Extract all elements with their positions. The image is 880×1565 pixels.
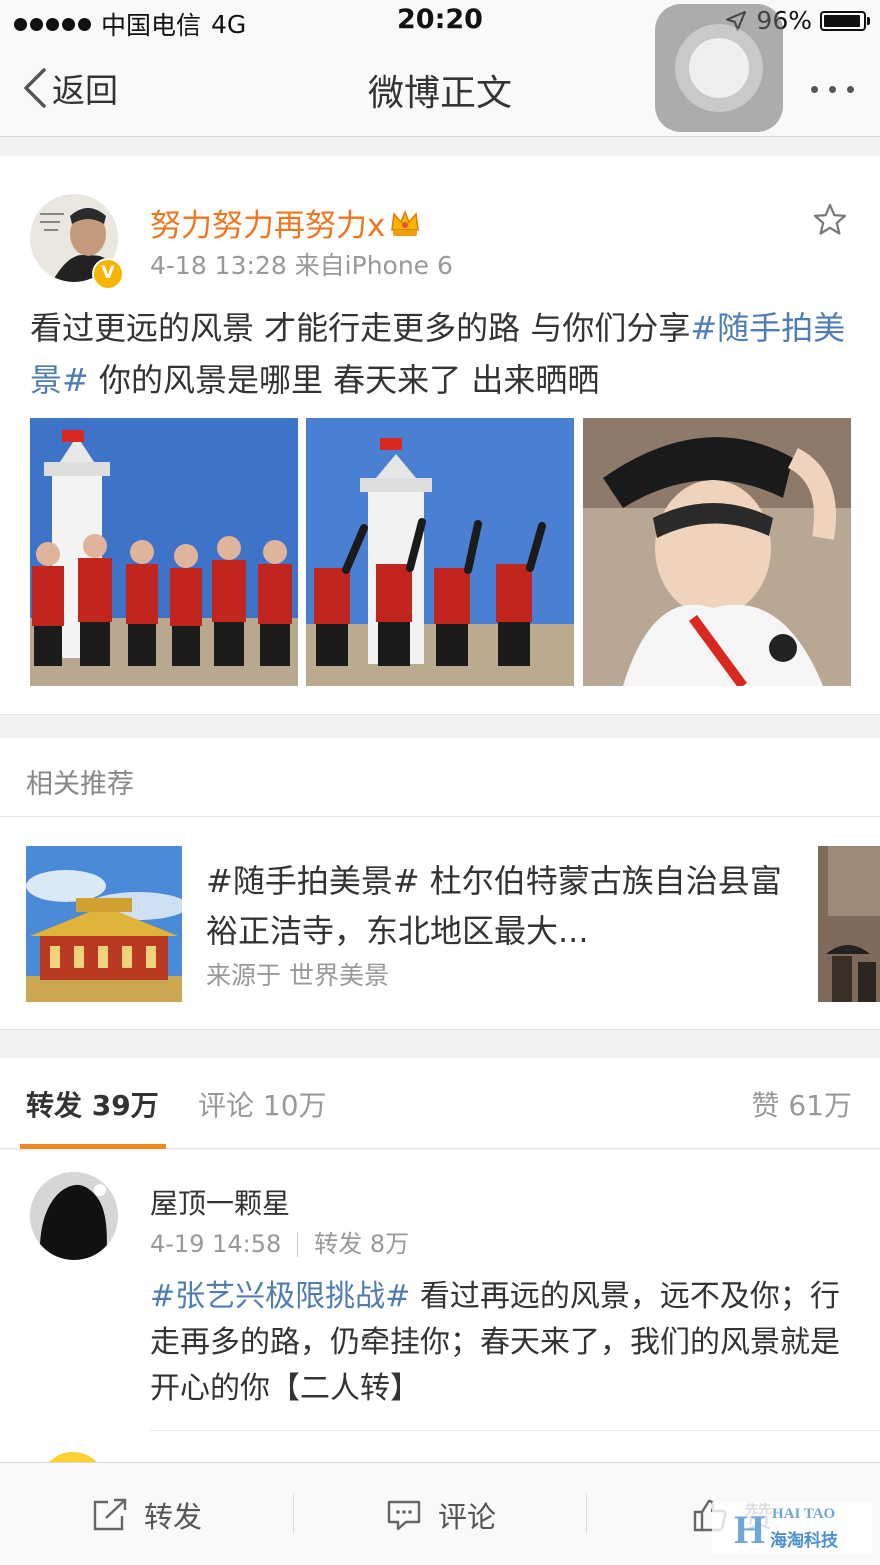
assistive-touch-button[interactable] bbox=[655, 4, 783, 132]
post-photo-3[interactable] bbox=[583, 418, 851, 686]
related-label: 相关推荐 bbox=[26, 769, 134, 800]
repost-count: 转发 8万 bbox=[314, 1230, 410, 1258]
post-text-part2: 你的风景是哪里 春天来了 出来晒晒 bbox=[88, 361, 600, 399]
vip-crown-icon bbox=[391, 209, 420, 236]
related-thumbnail[interactable] bbox=[26, 846, 182, 1002]
post-photo-2[interactable] bbox=[306, 418, 574, 686]
tab-repost[interactable]: 转发 39万 bbox=[26, 1084, 159, 1124]
tab-like[interactable]: 赞 61万 bbox=[751, 1084, 852, 1124]
repost-label: 转发 bbox=[144, 1500, 203, 1534]
more-options-button[interactable] bbox=[811, 86, 854, 93]
tab-comment[interactable]: 评论 10万 bbox=[198, 1084, 327, 1124]
watermark-letter: H bbox=[734, 1507, 766, 1552]
repost-meta: 4-19 14:58 转发 8万 bbox=[150, 1224, 409, 1259]
post-meta: 4-18 13:28 来自iPhone 6 bbox=[150, 251, 453, 280]
post-text-part1: 看过更远的风景 才能行走更多的路 与你们分享 bbox=[30, 309, 691, 347]
repost-text: #张艺兴极限挑战# 看过再远的风景，远不及你；行走再多的路，仍牵挂你；春天来了，… bbox=[150, 1274, 862, 1412]
toolbar-divider bbox=[293, 1494, 294, 1534]
author-name-text: 努力努力再努力x bbox=[150, 208, 386, 244]
battery-icon bbox=[820, 10, 870, 31]
related-title[interactable]: #随手拍美景# 杜尔伯特蒙古族自治县富裕正洁寺，东北地区最大... bbox=[206, 856, 796, 956]
repost-hashtag[interactable]: #张艺兴极限挑战# bbox=[150, 1279, 410, 1314]
repost-date: 4-19 14:58 bbox=[150, 1230, 282, 1258]
watermark-cn: 海淘科技 bbox=[770, 1531, 838, 1551]
verified-badge: V bbox=[92, 258, 124, 290]
post-text: 看过更远的风景 才能行走更多的路 与你们分享#随手拍美景# 你的风景是哪里 春天… bbox=[30, 302, 854, 406]
post-photo-1[interactable] bbox=[30, 418, 298, 686]
repost-button[interactable]: 转发 bbox=[92, 1494, 202, 1536]
toolbar-divider bbox=[586, 1494, 587, 1534]
watermark-en: HAI TAO bbox=[772, 1506, 836, 1522]
favorite-star-icon[interactable] bbox=[812, 202, 848, 238]
comment-icon bbox=[387, 1500, 421, 1531]
share-icon bbox=[93, 1498, 127, 1531]
watermark-logo: H HAI TAO 海淘科技 bbox=[712, 1502, 872, 1554]
author-name[interactable]: 努力努力再努力x bbox=[150, 200, 421, 245]
comment-button[interactable]: 评论 bbox=[386, 1494, 496, 1536]
reposter-avatar[interactable] bbox=[30, 1172, 118, 1260]
related-thumbnail-next[interactable] bbox=[818, 846, 880, 1002]
repost-divider bbox=[150, 1430, 880, 1431]
related-source: 来源于 世界美景 bbox=[206, 961, 389, 990]
active-tab-indicator bbox=[20, 1144, 166, 1149]
comment-label: 评论 bbox=[438, 1500, 497, 1534]
reposter-name[interactable]: 屋顶一颗星 bbox=[150, 1182, 290, 1222]
